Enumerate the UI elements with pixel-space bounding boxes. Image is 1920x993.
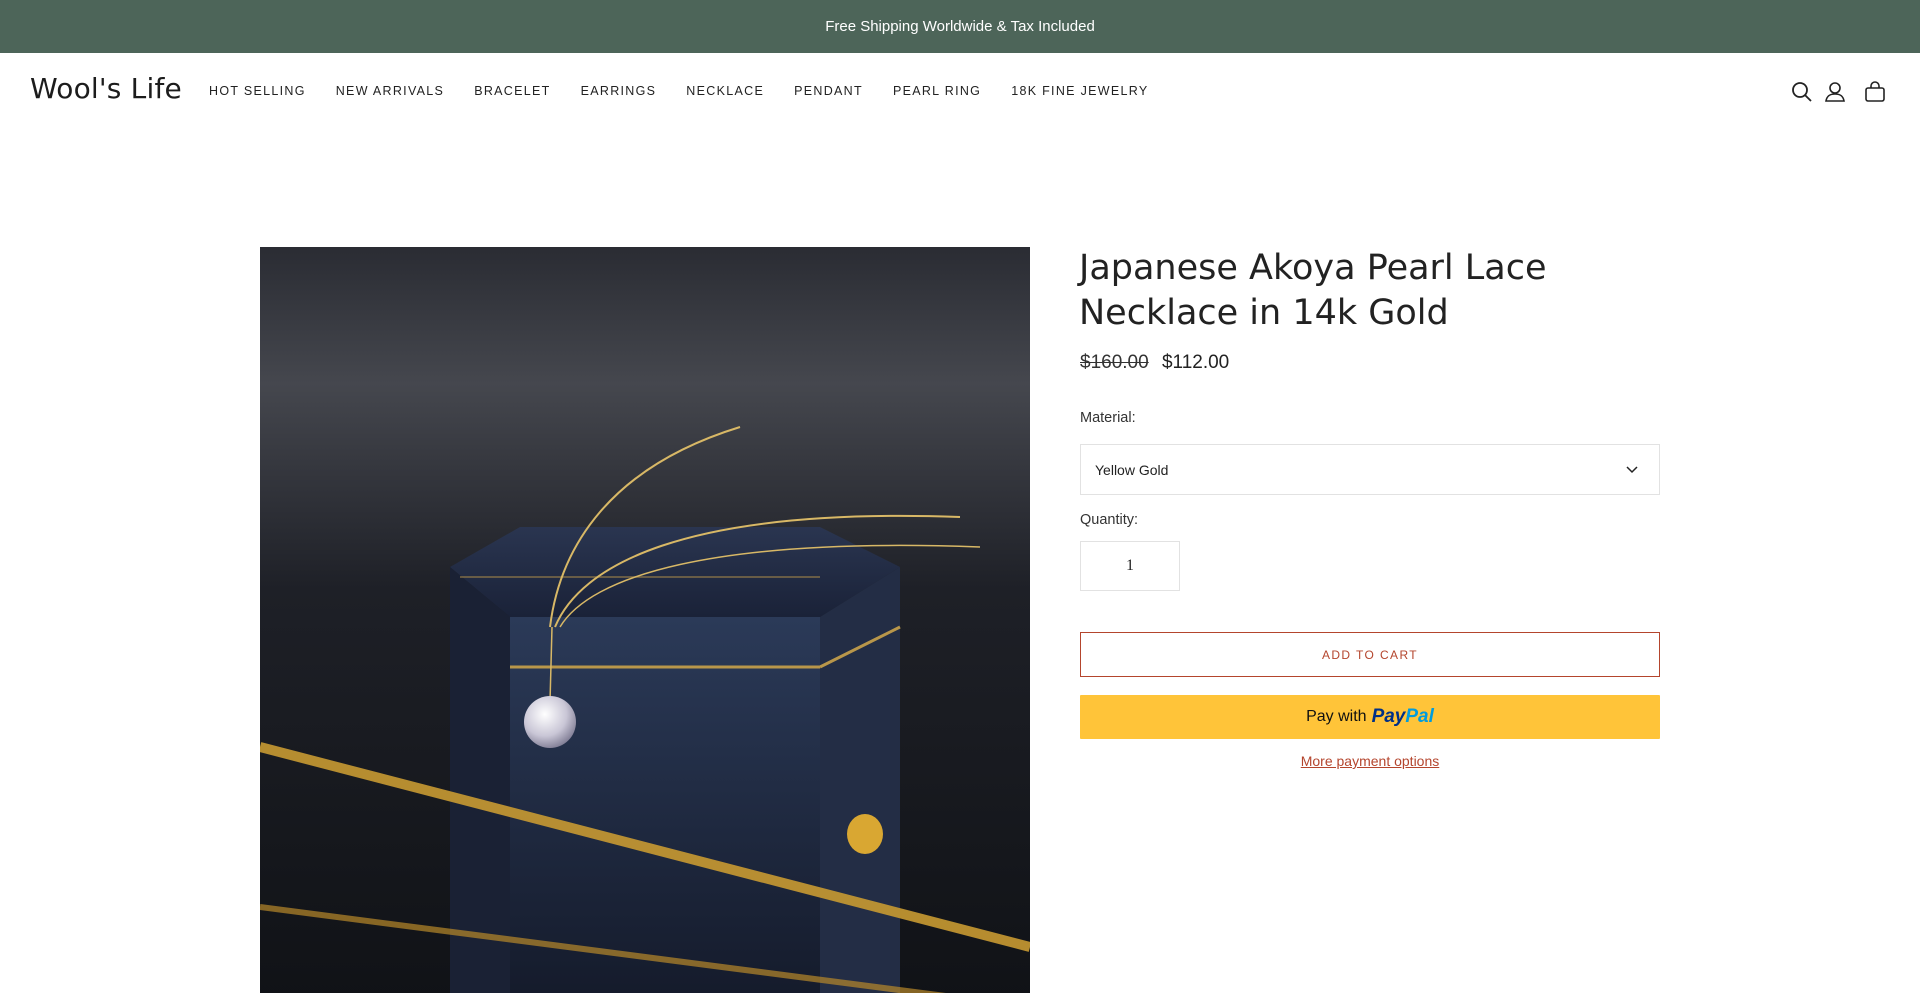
nav-item-hot-selling[interactable]: HOT SELLING [209,84,306,98]
price-sale: $112.00 [1161,352,1230,373]
nav-item-new-arrivals[interactable]: NEW ARRIVALS [336,84,444,98]
announcement-text: Free Shipping Worldwide & Tax Included [825,18,1095,35]
nav-item-pendant[interactable]: PENDANT [794,84,863,98]
material-value: Yellow Gold [1095,461,1169,478]
product-image[interactable] [260,247,1030,993]
material-label: Material: [1080,410,1136,426]
nav-item-pearl-ring[interactable]: PEARL RING [893,84,981,98]
price-original: $160.00 [1080,352,1149,373]
quantity-input[interactable] [1080,541,1180,591]
paypal-logo: PayPal [1371,706,1434,727]
nav-item-bracelet[interactable]: BRACELET [474,84,550,98]
more-payment-options-link[interactable]: More payment options [1080,753,1660,769]
material-select[interactable]: Yellow Gold [1080,444,1660,495]
nav-item-18k-fine-jewelry[interactable]: 18K FINE JEWELRY [1011,84,1148,98]
quantity-label: Quantity: [1080,512,1139,528]
add-to-cart-button[interactable]: ADD TO CART [1080,632,1660,677]
store-logo[interactable]: Wool's Life [30,72,182,105]
nav-item-earrings[interactable]: EARRINGS [581,84,657,98]
product-title: Japanese Akoya Pearl Lace Necklace in 14… [1079,248,1547,333]
necklace-photo [260,426,1030,993]
paypal-prefix: Pay with [1306,708,1367,725]
account-icon[interactable] [1823,80,1847,104]
header-icons [1790,53,1920,131]
announcement-bar: Free Shipping Worldwide & Tax Included [0,0,1920,53]
cart-icon[interactable] [1863,80,1887,104]
nav-item-necklace[interactable]: NECKLACE [686,84,764,98]
search-icon[interactable] [1790,80,1814,104]
chevron-down-icon [1626,466,1638,474]
price-block: $160.00 $112.00 [1080,352,1229,374]
main-nav: HOT SELLING NEW ARRIVALS BRACELET EARRIN… [209,84,1178,98]
paypal-button[interactable]: Pay with PayPal [1080,695,1660,739]
site-header: Wool's Life HOT SELLING NEW ARRIVALS BRA… [0,53,1920,131]
